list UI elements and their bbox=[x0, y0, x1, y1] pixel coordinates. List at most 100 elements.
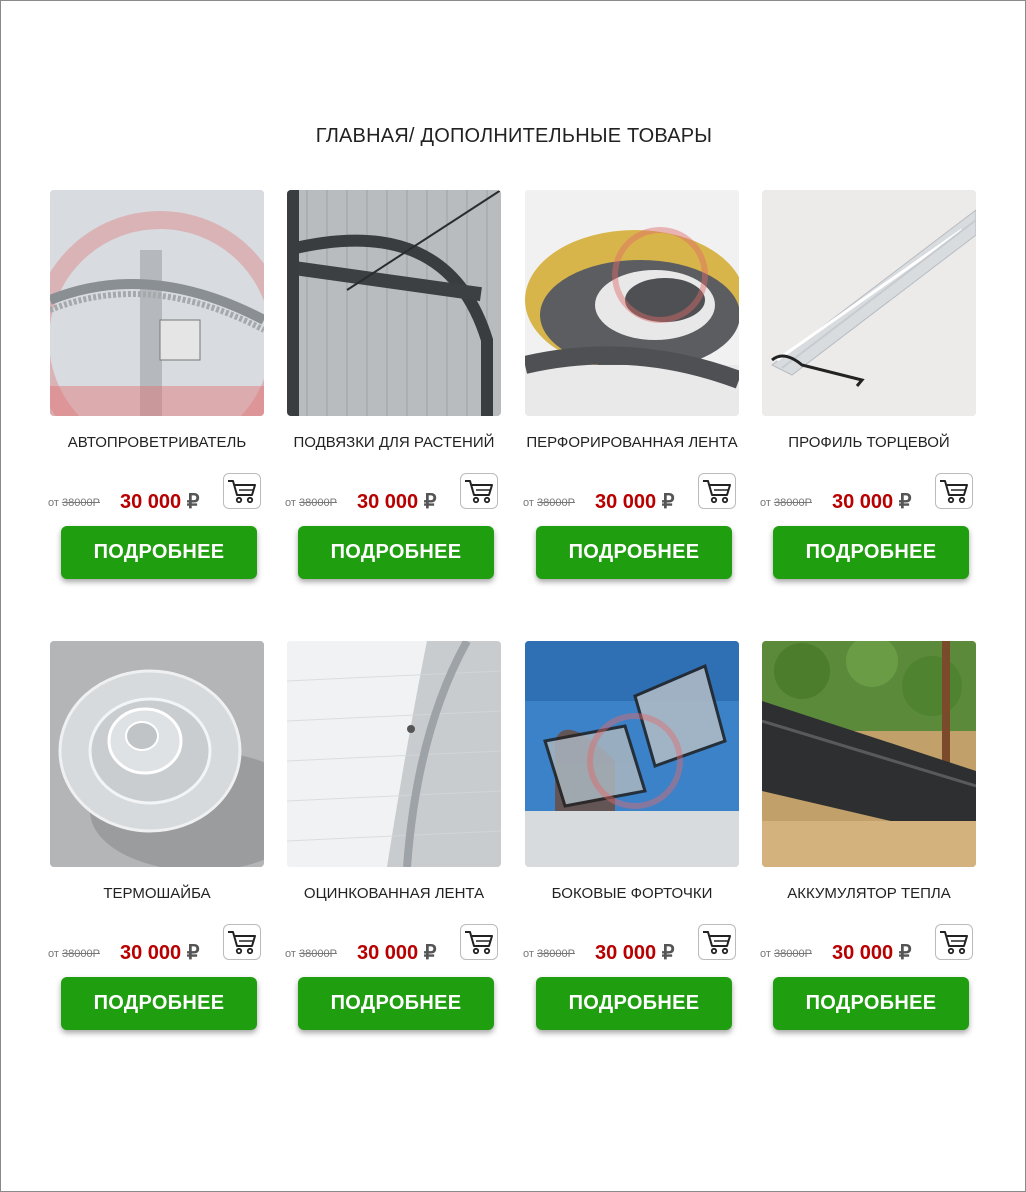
add-to-cart-button[interactable] bbox=[698, 924, 736, 960]
add-to-cart-button[interactable] bbox=[460, 924, 498, 960]
old-price-prefix: от bbox=[48, 497, 59, 509]
heat-accumulator-photo bbox=[762, 641, 976, 867]
old-price: от 38000Р bbox=[523, 497, 575, 509]
price-value: 30 000 bbox=[595, 491, 657, 513]
old-price: от 38000Р bbox=[760, 948, 812, 960]
product-image[interactable] bbox=[525, 190, 739, 416]
product-image[interactable] bbox=[525, 641, 739, 867]
product-image[interactable] bbox=[762, 641, 976, 867]
add-to-cart-button[interactable] bbox=[935, 924, 973, 960]
price: 30 000 ₽ bbox=[595, 489, 674, 514]
shopping-cart-icon bbox=[940, 931, 968, 955]
product-card: ПРОФИЛЬ ТОРЦЕВОЙ от 38000Р 30 000 ₽ ПОДР… bbox=[760, 190, 1002, 590]
old-price-value: 38000Р bbox=[536, 948, 575, 960]
product-image[interactable] bbox=[50, 641, 264, 867]
price-currency: ₽ bbox=[898, 491, 912, 513]
old-price-prefix: от bbox=[285, 948, 296, 960]
price: 30 000 ₽ bbox=[832, 940, 911, 965]
price-value: 30 000 bbox=[832, 491, 894, 513]
product-title: ОЦИНКОВАННАЯ ЛЕНТА bbox=[303, 885, 485, 902]
price-currency: ₽ bbox=[898, 942, 912, 964]
product-card: ОЦИНКОВАННАЯ ЛЕНТА от 38000Р 30 000 ₽ ПО… bbox=[285, 641, 527, 1041]
price-value: 30 000 bbox=[357, 942, 419, 964]
product-grid: АВТОПРОВЕТРИВАТЕЛЬ от 38000Р 30 000 ₽ ПО… bbox=[1, 1, 1026, 1192]
price: 30 000 ₽ bbox=[357, 940, 436, 965]
product-card: ПЕРФОРИРОВАННАЯ ЛЕНТА от 38000Р 30 000 ₽… bbox=[523, 190, 765, 590]
price-currency: ₽ bbox=[423, 491, 437, 513]
shopping-cart-icon bbox=[228, 931, 256, 955]
details-button[interactable]: ПОДРОБНЕЕ bbox=[773, 526, 969, 579]
price-currency: ₽ bbox=[661, 942, 675, 964]
product-card: ТЕРМОШАЙБА от 38000Р 30 000 ₽ ПОДРОБНЕЕ bbox=[48, 641, 290, 1041]
perforated-tape-photo bbox=[525, 190, 739, 416]
old-price-value: 38000Р bbox=[773, 497, 812, 509]
product-title: ПРОФИЛЬ ТОРЦЕВОЙ bbox=[788, 434, 950, 451]
old-price-prefix: от bbox=[285, 497, 296, 509]
product-card: БОКОВЫЕ ФОРТОЧКИ от 38000Р 30 000 ₽ ПОДР… bbox=[523, 641, 765, 1041]
price-value: 30 000 bbox=[832, 942, 894, 964]
price-value: 30 000 bbox=[120, 942, 182, 964]
price-value: 30 000 bbox=[357, 491, 419, 513]
add-to-cart-button[interactable] bbox=[223, 473, 261, 509]
details-button[interactable]: ПОДРОБНЕЕ bbox=[298, 977, 494, 1030]
add-to-cart-button[interactable] bbox=[935, 473, 973, 509]
old-price-prefix: от bbox=[760, 497, 771, 509]
thermo-washer-photo bbox=[50, 641, 264, 867]
details-button[interactable]: ПОДРОБНЕЕ bbox=[536, 526, 732, 579]
end-profile-photo bbox=[762, 190, 976, 416]
plant-ties-photo bbox=[287, 190, 501, 416]
old-price: от 38000Р bbox=[48, 948, 100, 960]
price-currency: ₽ bbox=[661, 491, 675, 513]
old-price: от 38000Р bbox=[285, 497, 337, 509]
old-price: от 38000Р bbox=[523, 948, 575, 960]
side-vents-photo bbox=[525, 641, 739, 867]
product-image[interactable] bbox=[50, 190, 264, 416]
details-button[interactable]: ПОДРОБНЕЕ bbox=[61, 526, 257, 579]
shopping-cart-icon bbox=[703, 931, 731, 955]
shopping-cart-icon bbox=[465, 480, 493, 504]
old-price: от 38000Р bbox=[760, 497, 812, 509]
details-button[interactable]: ПОДРОБНЕЕ bbox=[536, 977, 732, 1030]
product-image[interactable] bbox=[287, 190, 501, 416]
price-value: 30 000 bbox=[595, 942, 657, 964]
old-price-prefix: от bbox=[523, 948, 534, 960]
add-to-cart-button[interactable] bbox=[460, 473, 498, 509]
product-image[interactable] bbox=[762, 190, 976, 416]
price-currency: ₽ bbox=[186, 942, 200, 964]
old-price-prefix: от bbox=[48, 948, 59, 960]
price: 30 000 ₽ bbox=[120, 489, 199, 514]
shopping-cart-icon bbox=[465, 931, 493, 955]
add-to-cart-button[interactable] bbox=[223, 924, 261, 960]
old-price: от 38000Р bbox=[285, 948, 337, 960]
shopping-cart-icon bbox=[703, 480, 731, 504]
price: 30 000 ₽ bbox=[832, 489, 911, 514]
product-card: АККУМУЛЯТОР ТЕПЛА от 38000Р 30 000 ₽ ПОД… bbox=[760, 641, 1002, 1041]
details-button[interactable]: ПОДРОБНЕЕ bbox=[298, 526, 494, 579]
price-currency: ₽ bbox=[186, 491, 200, 513]
old-price-value: 38000Р bbox=[298, 497, 337, 509]
old-price-value: 38000Р bbox=[61, 497, 100, 509]
details-button[interactable]: ПОДРОБНЕЕ bbox=[773, 977, 969, 1030]
product-card: ПОДВЯЗКИ ДЛЯ РАСТЕНИЙ от 38000Р 30 000 ₽… bbox=[285, 190, 527, 590]
price-currency: ₽ bbox=[423, 942, 437, 964]
old-price-value: 38000Р bbox=[536, 497, 575, 509]
product-card: АВТОПРОВЕТРИВАТЕЛЬ от 38000Р 30 000 ₽ ПО… bbox=[48, 190, 290, 590]
shopping-cart-icon bbox=[228, 480, 256, 504]
old-price-value: 38000Р bbox=[773, 948, 812, 960]
old-price: от 38000Р bbox=[48, 497, 100, 509]
old-price-prefix: от bbox=[760, 948, 771, 960]
product-catalog-page: ГЛАВНАЯ/ ДОПОЛНИТЕЛЬНЫЕ ТОВАРЫ АВТОПРОВЕ… bbox=[0, 0, 1026, 1192]
product-image[interactable] bbox=[287, 641, 501, 867]
product-title: ПЕРФОРИРОВАННАЯ ЛЕНТА bbox=[526, 434, 738, 451]
product-title: ПОДВЯЗКИ ДЛЯ РАСТЕНИЙ bbox=[293, 434, 495, 451]
price: 30 000 ₽ bbox=[120, 940, 199, 965]
old-price-value: 38000Р bbox=[298, 948, 337, 960]
price-value: 30 000 bbox=[120, 491, 182, 513]
details-button[interactable]: ПОДРОБНЕЕ bbox=[61, 977, 257, 1030]
vent-opener-photo bbox=[50, 190, 264, 416]
price: 30 000 ₽ bbox=[357, 489, 436, 514]
product-title: БОКОВЫЕ ФОРТОЧКИ bbox=[551, 885, 713, 902]
add-to-cart-button[interactable] bbox=[698, 473, 736, 509]
old-price-value: 38000Р bbox=[61, 948, 100, 960]
old-price-prefix: от bbox=[523, 497, 534, 509]
